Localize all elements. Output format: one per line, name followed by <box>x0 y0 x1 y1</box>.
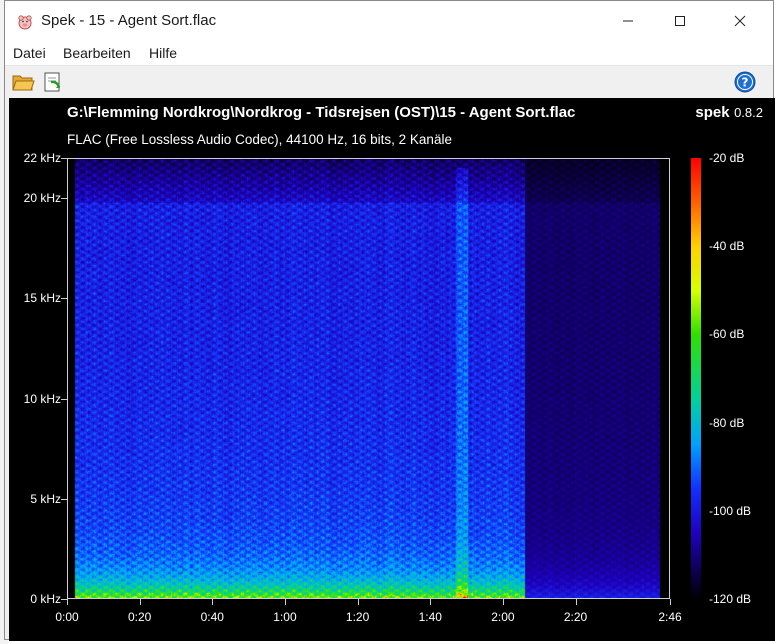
frequency-tick <box>61 198 67 200</box>
menu-datei[interactable]: Datei <box>13 45 46 61</box>
time-tick-label: 0:40 <box>200 610 224 624</box>
save-icon <box>44 72 61 92</box>
time-tick <box>67 599 68 605</box>
maximize-button[interactable] <box>657 1 703 41</box>
save-button[interactable] <box>41 70 65 94</box>
time-tick-label: 1:20 <box>345 610 370 624</box>
spek-app-icon <box>18 15 32 30</box>
frequency-tick-label: 22 kHz <box>23 151 61 165</box>
frequency-tick-label: 20 kHz <box>23 191 61 206</box>
window-title: Spek - 15 - Agent Sort.flac <box>41 12 217 29</box>
toolbar: ? <box>5 66 773 98</box>
brand-name: spek <box>695 104 730 121</box>
time-tick <box>357 599 359 605</box>
brand-version: 0.8.2 <box>734 105 763 120</box>
time-tick <box>670 599 671 605</box>
db-colorbar <box>691 158 701 599</box>
open-file-button[interactable] <box>11 70 35 94</box>
file-path-label: G:\Flemming Nordkrog\Nordkrog - Tidsrejs… <box>67 104 576 121</box>
menu-bar: Datei Bearbeiten Hilfe <box>5 41 773 66</box>
frequency-tick-label: 5 kHz <box>30 491 61 506</box>
time-tick <box>575 599 577 605</box>
frequency-tick <box>61 498 67 500</box>
spectrogram-canvas <box>68 159 669 598</box>
folder-open-icon <box>12 75 35 91</box>
close-icon <box>734 15 746 27</box>
time-tick-label: 1:40 <box>418 610 442 624</box>
menu-hilfe[interactable]: Hilfe <box>149 45 177 61</box>
db-tick-label: -120 dB <box>709 592 752 606</box>
spek-window: Spek - 15 - Agent Sort.flac Datei Bearbe… <box>4 0 775 641</box>
frequency-tick-label: 10 kHz <box>23 391 61 406</box>
time-tick <box>502 599 504 605</box>
minimize-icon <box>623 20 633 22</box>
maximize-icon <box>675 16 685 26</box>
db-tick-label: -40 dB <box>709 239 745 254</box>
title-bar[interactable]: Spek - 15 - Agent Sort.flac <box>5 1 773 41</box>
db-tick-label: -60 dB <box>709 327 745 342</box>
spectrogram-view: G:\Flemming Nordkrog\Nordkrog - Tidsrejs… <box>9 98 775 641</box>
close-button[interactable] <box>717 1 763 41</box>
time-tick <box>430 599 432 605</box>
time-tick-label: 0:20 <box>127 610 152 624</box>
time-tick-label: 0:00 <box>55 610 79 624</box>
time-tick <box>284 599 286 605</box>
time-tick <box>139 599 141 605</box>
help-icon: ? <box>734 71 756 93</box>
frequency-tick <box>61 158 67 159</box>
svg-text:?: ? <box>742 76 749 90</box>
frequency-tick <box>61 398 67 400</box>
codec-info-label: FLAC (Free Lossless Audio Codec), 44100 … <box>67 132 452 147</box>
time-tick-label: 1:00 <box>273 610 297 624</box>
time-tick-label: 2:00 <box>491 610 515 624</box>
db-tick-label: -20 dB <box>709 151 745 165</box>
minimize-button[interactable] <box>605 1 651 41</box>
frequency-tick-label: 0 kHz <box>30 592 61 606</box>
help-button[interactable]: ? <box>733 70 757 94</box>
db-tick-label: -100 dB <box>709 503 752 518</box>
time-tick <box>212 599 214 605</box>
db-tick-label: -80 dB <box>709 415 745 430</box>
frequency-tick <box>61 298 67 300</box>
time-tick-label: 2:46 <box>658 610 682 624</box>
spectrogram-plot <box>67 158 670 599</box>
spek-brand: spek 0.8.2 <box>695 104 763 122</box>
frequency-tick-label: 15 kHz <box>23 291 61 306</box>
time-tick-label: 2:20 <box>563 610 588 624</box>
menu-bearbeiten[interactable]: Bearbeiten <box>63 45 131 61</box>
